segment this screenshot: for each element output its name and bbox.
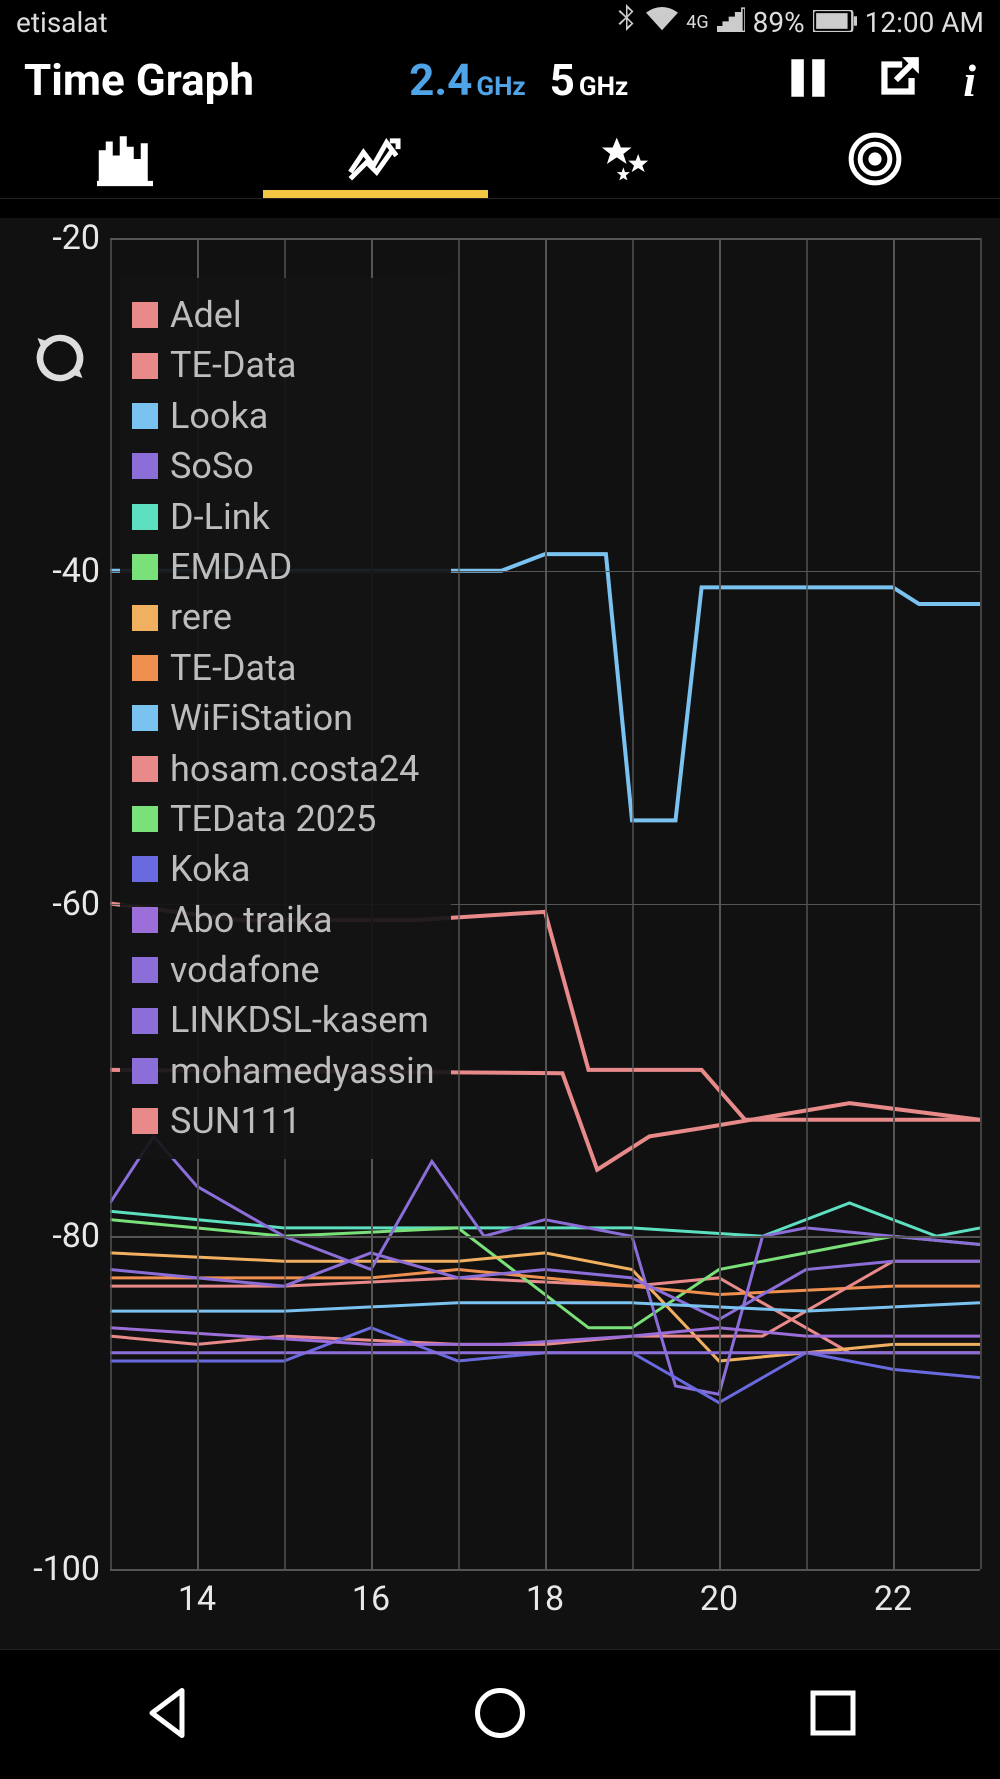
legend-swatch xyxy=(132,1108,158,1134)
x-tick: 20 xyxy=(700,1579,738,1619)
signal-icon xyxy=(717,6,745,39)
legend-item[interactable]: Abo traika xyxy=(132,895,435,945)
legend-swatch xyxy=(132,1008,158,1034)
band-selector: 2.4GHz 5GHz xyxy=(274,54,763,106)
legend-swatch xyxy=(132,705,158,731)
header: Time Graph 2.4GHz 5GHz i xyxy=(0,45,1000,119)
legend-label: SoSo xyxy=(170,441,254,491)
legend-label: vodafone xyxy=(170,945,320,995)
legend-swatch xyxy=(132,756,158,782)
carrier-label: etisalat xyxy=(16,6,108,39)
legend-swatch xyxy=(132,353,158,379)
info-icon[interactable]: i xyxy=(963,54,976,107)
legend-item[interactable]: TE-Data xyxy=(132,643,435,693)
legend-item[interactable]: TEData 2025 xyxy=(132,794,435,844)
legend-item[interactable]: Adel xyxy=(132,290,435,340)
x-tick: 18 xyxy=(526,1579,564,1619)
wifi-icon xyxy=(646,6,678,39)
legend-swatch xyxy=(132,605,158,631)
legend-item[interactable]: SUN111 xyxy=(132,1096,435,1146)
legend-item[interactable]: hosam.costa24 xyxy=(132,744,435,794)
legend-label: D-Link xyxy=(170,492,270,542)
band-5ghz[interactable]: 5GHz xyxy=(550,54,629,106)
legend-item[interactable]: rere xyxy=(132,592,435,642)
back-button[interactable] xyxy=(137,1683,197,1747)
legend-item[interactable]: SoSo xyxy=(132,441,435,491)
x-tick: 14 xyxy=(178,1579,216,1619)
status-icons: 4G 89% 12:00 AM xyxy=(614,4,984,41)
x-tick: 22 xyxy=(874,1579,912,1619)
legend-label: WiFiStation xyxy=(170,693,353,743)
legend-label: Adel xyxy=(170,290,242,340)
network-badge: 4G xyxy=(686,12,708,33)
legend-label: TEData 2025 xyxy=(170,794,376,844)
legend-item[interactable]: D-Link xyxy=(132,492,435,542)
legend-swatch xyxy=(132,554,158,580)
tab-channel-rating[interactable] xyxy=(500,119,750,198)
tab-bar xyxy=(0,119,1000,199)
page-title: Time Graph xyxy=(24,54,254,106)
legend-label: Koka xyxy=(170,844,250,894)
y-tick: -100 xyxy=(30,1549,100,1589)
legend-label: TE-Data xyxy=(170,340,296,390)
legend-item[interactable]: Koka xyxy=(132,844,435,894)
bluetooth-icon xyxy=(614,4,638,41)
legend-item[interactable]: TE-Data xyxy=(132,340,435,390)
legend-label: EMDAD xyxy=(170,542,292,592)
legend-item[interactable]: vodafone xyxy=(132,945,435,995)
legend-item[interactable]: mohamedyassin xyxy=(132,1046,435,1096)
legend-item[interactable]: EMDAD xyxy=(132,542,435,592)
legend-item[interactable]: LINKDSL-kasem xyxy=(132,995,435,1045)
legend-swatch xyxy=(132,403,158,429)
legend-label: SUN111 xyxy=(170,1096,301,1146)
y-tick: -80 xyxy=(30,1216,100,1256)
band-24ghz[interactable]: 2.4GHz xyxy=(409,54,526,106)
clock-label: 12:00 AM xyxy=(865,6,984,39)
y-tick: -40 xyxy=(30,551,100,591)
x-tick: 16 xyxy=(352,1579,390,1619)
home-button[interactable] xyxy=(470,1683,530,1747)
refresh-icon[interactable] xyxy=(30,328,90,392)
legend-label: rere xyxy=(170,592,232,642)
legend-swatch xyxy=(132,907,158,933)
share-icon[interactable] xyxy=(873,53,923,107)
legend-label: Abo traika xyxy=(170,895,333,945)
legend-swatch xyxy=(132,504,158,530)
legend-label: hosam.costa24 xyxy=(170,744,419,794)
y-tick: -20 xyxy=(30,218,100,258)
legend-swatch xyxy=(132,957,158,983)
status-bar: etisalat 4G 89% 12:00 AM xyxy=(0,0,1000,45)
tab-access-points[interactable] xyxy=(750,119,1000,198)
y-tick: -60 xyxy=(30,884,100,924)
legend-swatch xyxy=(132,1058,158,1084)
battery-icon xyxy=(813,6,857,39)
legend-item[interactable]: Looka xyxy=(132,391,435,441)
pause-icon[interactable] xyxy=(783,53,833,107)
legend-swatch xyxy=(132,655,158,681)
legend-swatch xyxy=(132,453,158,479)
legend-item[interactable]: WiFiStation xyxy=(132,693,435,743)
battery-label: 89% xyxy=(753,6,805,39)
legend-label: LINKDSL-kasem xyxy=(170,995,429,1045)
legend-swatch xyxy=(132,856,158,882)
legend-label: Looka xyxy=(170,391,268,441)
legend-swatch xyxy=(132,302,158,328)
legend-label: mohamedyassin xyxy=(170,1046,435,1096)
legend-label: TE-Data xyxy=(170,643,296,693)
chart-legend: AdelTE-DataLookaSoSoD-LinkEMDADrereTE-Da… xyxy=(120,278,451,1159)
android-nav xyxy=(0,1649,1000,1779)
chart-area: -20-40-60-80-1001416182022 AdelTE-DataLo… xyxy=(0,218,1000,1649)
tab-time-graph[interactable] xyxy=(250,119,500,198)
legend-swatch xyxy=(132,806,158,832)
recents-button[interactable] xyxy=(803,1683,863,1747)
tab-channel-graph[interactable] xyxy=(0,119,250,198)
